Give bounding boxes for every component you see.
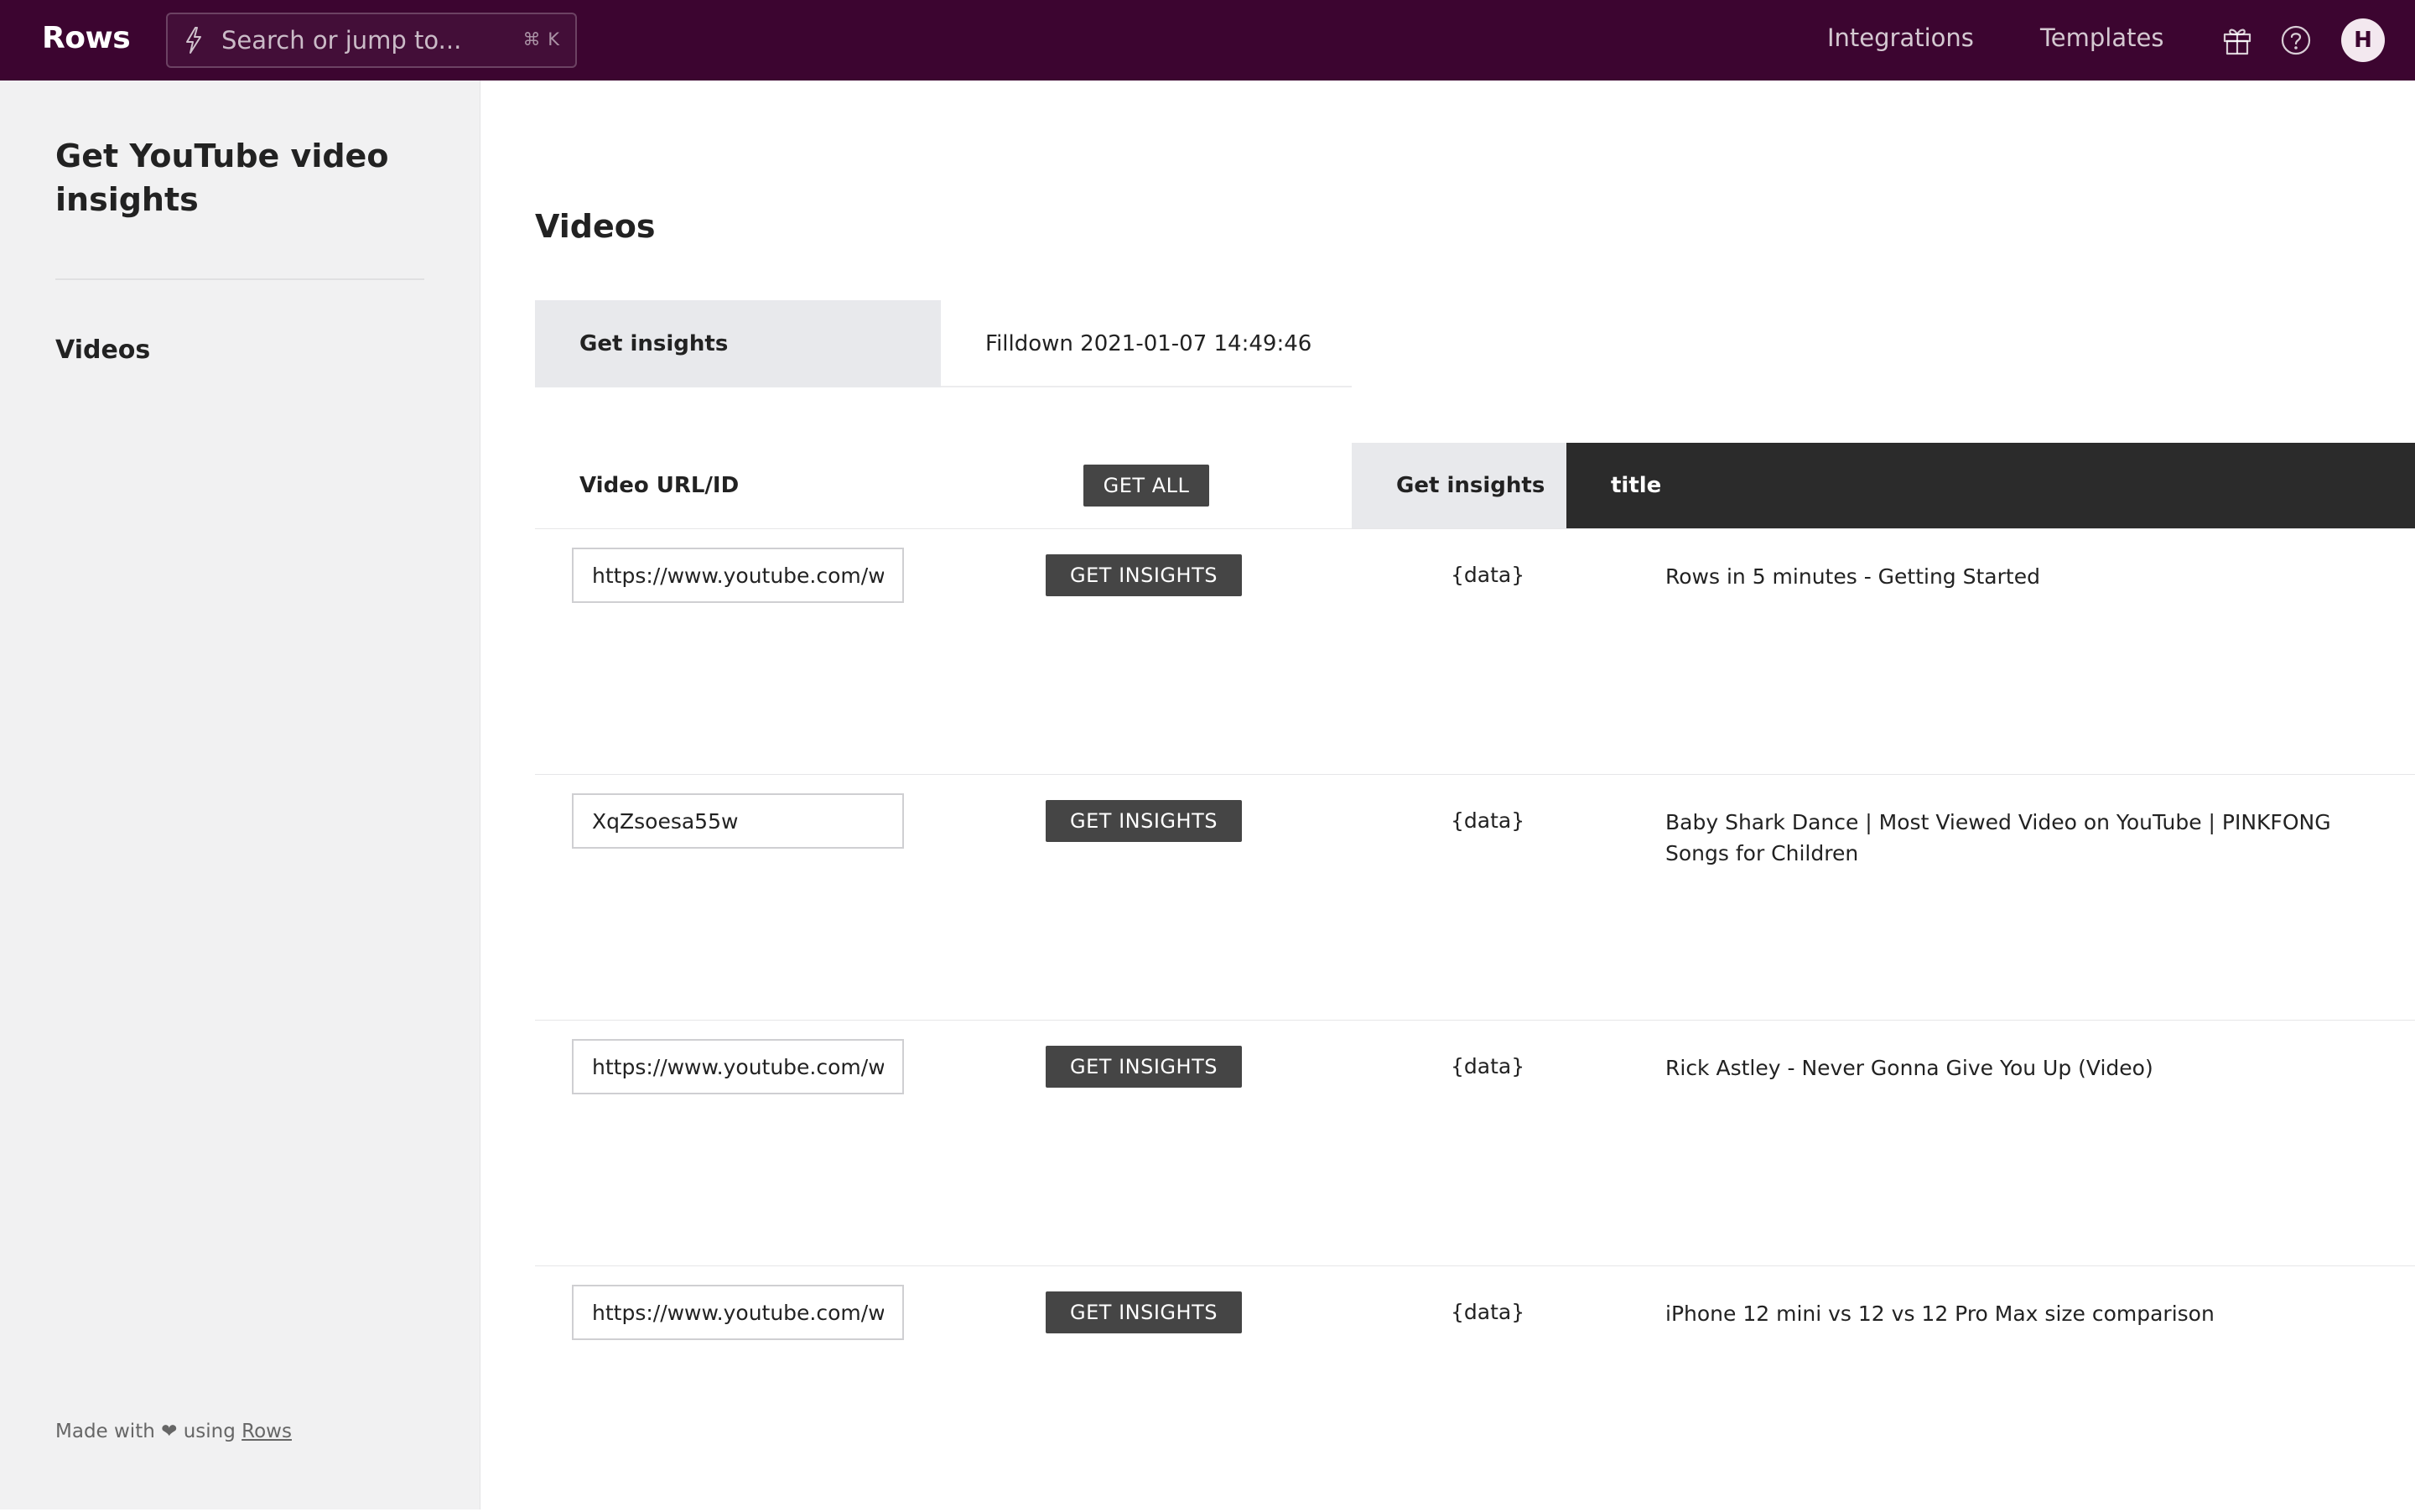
insights-data-cell: {data} [1451,1054,1525,1078]
table-row: GET INSIGHTS {data} Rows in 5 minutes - … [535,529,2415,775]
get-insights-button[interactable]: GET INSIGHTS [1046,800,1242,842]
rows-logo[interactable]: Rows [42,21,131,55]
search-shortcut-hint: ⌘ K [522,29,560,49]
nav-templates-link[interactable]: Templates [2040,23,2163,52]
sidebar-divider [55,278,424,280]
footer-text: Made with ❤ using [55,1421,242,1442]
app-title: Get YouTube video insights [55,138,389,218]
table-row: GET INSIGHTS {data} iPhone 12 mini vs 12… [535,1266,2415,1512]
search-box[interactable]: ⌘ K [166,13,577,68]
video-url-input[interactable] [572,1285,904,1340]
get-insights-button[interactable]: GET INSIGHTS [1046,1291,1242,1333]
nav-integrations-link[interactable]: Integrations [1827,23,1974,52]
action-label-cell: Get insights [535,300,941,387]
video-title-cell: Baby Shark Dance | Most Viewed Video on … [1665,810,2331,865]
insights-data-cell: {data} [1451,808,1525,833]
video-url-input[interactable] [572,1039,904,1094]
get-all-button[interactable]: GET ALL [1083,465,1209,507]
rows-footer-link[interactable]: Rows [242,1421,292,1442]
get-insights-button[interactable]: GET INSIGHTS [1046,1046,1242,1088]
main-content: Videos Get insights Filldown 2021-01-07 … [480,81,2415,1509]
insights-data-cell: {data} [1451,1300,1525,1324]
table-row: GET INSIGHTS {data} Baby Shark Dance | M… [535,775,2415,1021]
sidebar-item-videos[interactable]: Videos [55,335,150,365]
column-header-title: title [1566,443,2415,528]
column-header-insights: Get insights [1352,443,1566,528]
help-icon[interactable] [2279,23,2313,57]
video-title-cell: Rows in 5 minutes - Getting Started [1665,564,2040,589]
action-value-cell: Filldown 2021-01-07 14:49:46 [941,300,1352,387]
section-title: Videos [535,208,656,245]
column-header-url: Video URL/ID [579,473,740,498]
sidebar: Get YouTube video insights Videos Made w… [0,81,480,1509]
search-input[interactable] [221,23,498,58]
gift-icon[interactable] [2220,23,2254,57]
video-title-cell: iPhone 12 mini vs 12 vs 12 Pro Max size … [1665,1302,2215,1326]
top-bar: Rows ⌘ K Integrations Templates H [0,0,2415,81]
made-with-footer: Made with ❤ using Rows [55,1421,292,1442]
lightning-icon [186,27,201,54]
video-url-input[interactable] [572,548,904,603]
video-url-input[interactable] [572,793,904,849]
column-header-actions: GET ALL [941,443,1352,528]
table-row: GET INSIGHTS {data} Rick Astley - Never … [535,1021,2415,1266]
video-title-cell: Rick Astley - Never Gonna Give You Up (V… [1665,1056,2153,1080]
insights-data-cell: {data} [1451,563,1525,587]
user-avatar[interactable]: H [2341,18,2385,62]
get-insights-button[interactable]: GET INSIGHTS [1046,554,1242,596]
